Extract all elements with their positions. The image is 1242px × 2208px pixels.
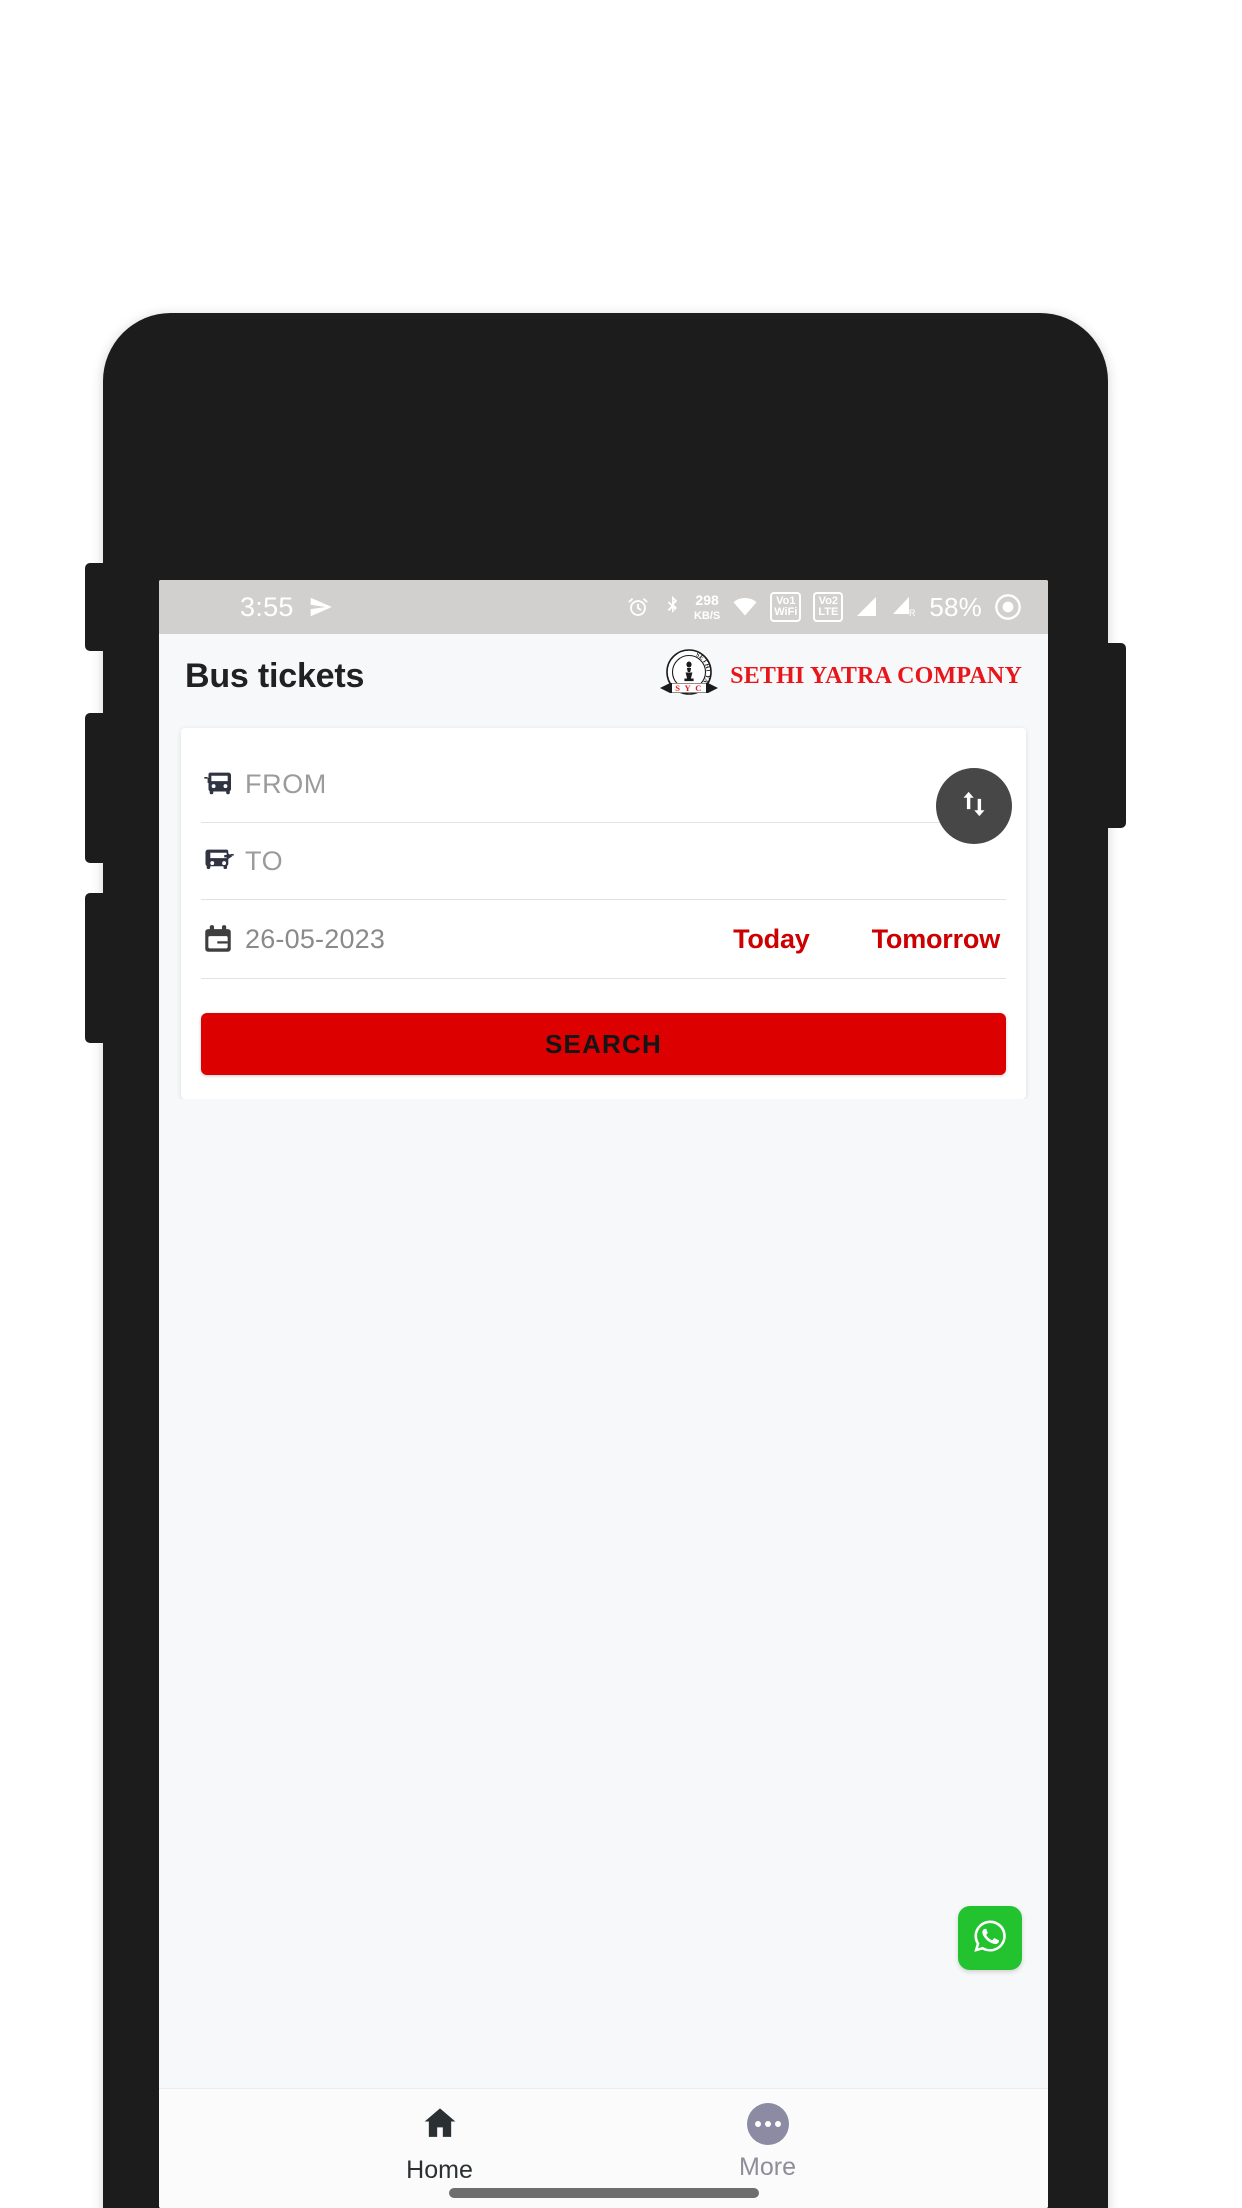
- from-input-placeholder: FROM: [245, 768, 327, 799]
- today-button[interactable]: Today: [733, 924, 810, 955]
- app-bar: Bus tickets SETHI YATRA CO.: [159, 634, 1048, 718]
- from-field-row[interactable]: FROM: [201, 746, 1006, 823]
- to-field-row[interactable]: TO: [201, 823, 1006, 900]
- page-title: Bus tickets: [185, 656, 365, 695]
- bluetooth-icon: [662, 595, 682, 619]
- status-bar: 3:55 298 KB/S Vo1 WiFi Vo2 LTE R 58%: [159, 580, 1048, 634]
- bus-arrival-icon: [201, 843, 245, 879]
- home-icon: [420, 2103, 460, 2148]
- phone-volume-down-button[interactable]: [85, 893, 105, 1043]
- bottom-navigation-bar: Home More: [159, 2088, 1048, 2208]
- quick-date-options: Today Tomorrow: [733, 924, 1006, 955]
- sethi-yatra-emblem-icon: SETHI YATRA CO. S Y C: [652, 645, 726, 707]
- svg-text:R: R: [909, 608, 916, 618]
- nav-item-more[interactable]: More: [688, 2103, 848, 2182]
- svg-text:S Y C: S Y C: [675, 683, 703, 693]
- brand-name: SETHI YATRA COMPANY: [730, 662, 1022, 689]
- status-time: 3:55: [240, 591, 294, 622]
- wifi-icon: [732, 596, 758, 618]
- volte-wifi-icon: Vo1 WiFi: [770, 592, 802, 622]
- phone-volume-up-button[interactable]: [85, 713, 105, 863]
- screen-record-icon: [994, 593, 1022, 621]
- send-icon: [308, 594, 334, 620]
- gesture-home-indicator[interactable]: [448, 2188, 759, 2198]
- network-speed-value: 298: [695, 591, 719, 608]
- nav-item-home-label: Home: [406, 2156, 473, 2184]
- date-field-row[interactable]: 26-05-2023 Today Tomorrow: [201, 900, 1006, 979]
- whatsapp-button[interactable]: [958, 1906, 1022, 1970]
- swap-locations-button[interactable]: [936, 768, 1012, 844]
- signal-bars-icon: [855, 596, 879, 618]
- search-card: FROM TO 26-05-2023 Today Tomorrow SEARCH: [181, 728, 1026, 1099]
- swap-vertical-icon: [957, 787, 991, 826]
- more-dots-icon: [746, 2103, 789, 2145]
- bus-departure-icon: [201, 766, 245, 802]
- volte-wifi-bottom: WiFi: [774, 606, 798, 618]
- nav-item-home[interactable]: Home: [360, 2103, 520, 2185]
- screenshot-stage: 3:55 298 KB/S Vo1 WiFi Vo2 LTE R 58% Bus…: [0, 0, 1242, 2208]
- alarm-icon: [626, 595, 650, 619]
- whatsapp-icon: [967, 1913, 1013, 1964]
- network-speed-unit: KB/S: [693, 609, 721, 622]
- volte-lte-bottom: LTE: [818, 606, 839, 618]
- phone-power-button[interactable]: [1106, 643, 1126, 828]
- tomorrow-button[interactable]: Tomorrow: [872, 924, 1001, 955]
- search-button-label: SEARCH: [545, 1028, 662, 1059]
- phone-screen: 3:55 298 KB/S Vo1 WiFi Vo2 LTE R 58% Bus…: [159, 580, 1048, 2208]
- brand-logo: SETHI YATRA CO. S Y C: [652, 645, 1022, 707]
- battery-percent: 58%: [929, 591, 982, 622]
- to-input-placeholder: TO: [245, 845, 284, 876]
- selected-date-value: 26-05-2023: [245, 923, 386, 954]
- phone-side-button-left-1[interactable]: [85, 563, 105, 651]
- calendar-icon: [201, 922, 245, 956]
- search-button[interactable]: SEARCH: [201, 1013, 1006, 1075]
- network-speed-indicator: 298 KB/S: [694, 593, 720, 622]
- signal-bars-roaming-icon: R: [891, 596, 917, 618]
- content-area: [159, 1099, 1048, 2088]
- nav-item-more-label: More: [739, 2153, 796, 2181]
- volte-lte-icon: Vo2 LTE: [813, 592, 844, 622]
